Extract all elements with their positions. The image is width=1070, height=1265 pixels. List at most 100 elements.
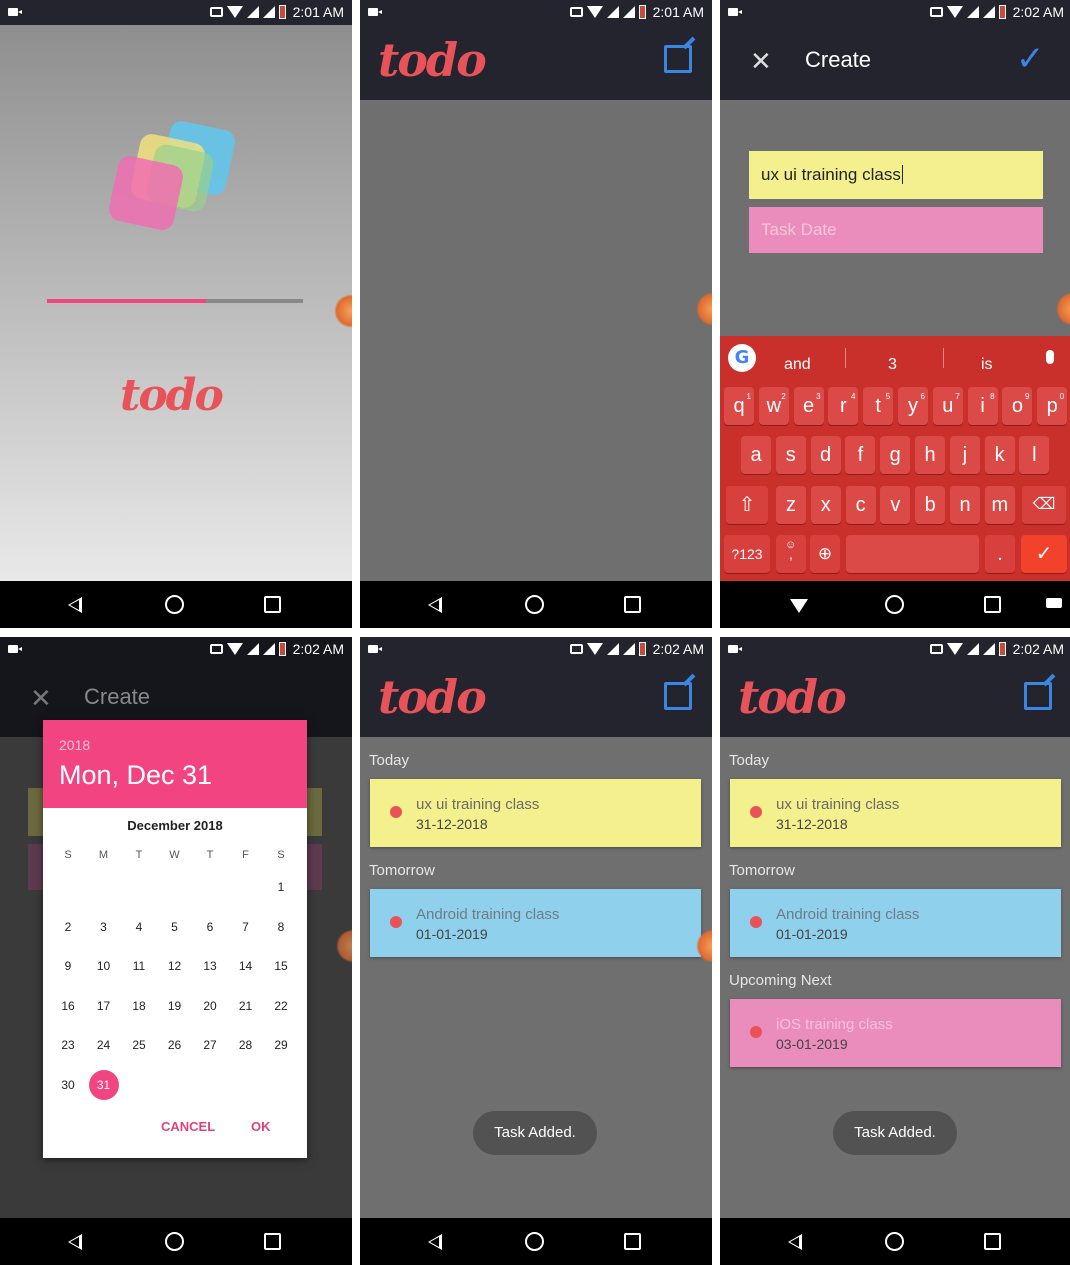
calendar-day[interactable]: 11 <box>124 959 154 973</box>
key-i[interactable]: i8 <box>967 387 998 425</box>
task-card[interactable]: ux ui training class 31-12-2018 <box>730 779 1061 847</box>
calendar-day[interactable]: 4 <box>124 920 154 934</box>
calendar-day[interactable]: 15 <box>266 959 296 973</box>
home-icon[interactable] <box>525 1232 544 1251</box>
key-z[interactable]: z <box>776 486 806 524</box>
calendar-day-selected[interactable]: 31 <box>88 1070 119 1100</box>
home-icon[interactable] <box>525 595 544 614</box>
compose-icon[interactable] <box>664 45 692 73</box>
task-card[interactable]: iOS training class 03-01-2019 <box>730 999 1061 1067</box>
home-icon[interactable] <box>165 595 184 614</box>
compose-icon[interactable] <box>1024 682 1052 710</box>
key-v[interactable]: v <box>880 486 911 524</box>
calendar-day[interactable]: 25 <box>124 1038 154 1052</box>
enter-check-key[interactable]: ✓ <box>1021 535 1067 573</box>
calendar-day[interactable]: 24 <box>89 1038 119 1052</box>
calendar-day[interactable]: 6 <box>195 920 225 934</box>
recents-icon[interactable] <box>264 1233 281 1250</box>
calendar-day[interactable]: 23 <box>53 1038 83 1052</box>
key-a[interactable]: a <box>741 436 771 474</box>
task-card[interactable]: Android training class 01-01-2019 <box>730 889 1061 957</box>
key-r[interactable]: r4 <box>828 387 859 425</box>
home-icon[interactable] <box>885 595 904 614</box>
key-s[interactable]: s <box>775 436 806 474</box>
key-c[interactable]: c <box>845 486 876 524</box>
calendar-day[interactable]: 5 <box>160 920 190 934</box>
home-icon[interactable] <box>885 1232 904 1251</box>
keyboard-switch-icon[interactable] <box>1046 598 1062 608</box>
ok-button[interactable]: OK <box>251 1119 271 1134</box>
task-date-field[interactable]: Task Date <box>749 207 1043 253</box>
microphone-icon[interactable] <box>1046 350 1054 364</box>
calendar-day[interactable]: 30 <box>53 1078 83 1092</box>
confirm-check-icon[interactable]: ✓ <box>1016 39 1045 79</box>
back-icon[interactable] <box>428 1234 442 1250</box>
calendar-day[interactable]: 18 <box>124 999 154 1013</box>
calendar-day[interactable]: 10 <box>89 959 119 973</box>
calendar-day[interactable]: 16 <box>53 999 83 1013</box>
calendar-day[interactable]: 26 <box>160 1038 190 1052</box>
language-globe-key[interactable]: ⊕ <box>810 535 840 573</box>
task-card[interactable]: ux ui training class 31-12-2018 <box>370 779 701 847</box>
period-key[interactable]: . <box>985 535 1015 573</box>
key-f[interactable]: f <box>845 436 876 474</box>
key-n[interactable]: n <box>950 486 980 524</box>
spacebar[interactable] <box>846 535 979 573</box>
recents-icon[interactable] <box>264 596 281 613</box>
key-g[interactable]: g <box>880 436 911 474</box>
key-t[interactable]: t5 <box>863 387 894 425</box>
keyboard-hide-icon[interactable] <box>790 599 810 618</box>
calendar-day[interactable]: 8 <box>266 920 296 934</box>
key-x[interactable]: x <box>810 486 841 524</box>
calendar-day[interactable]: 1 <box>266 880 296 894</box>
home-icon[interactable] <box>165 1232 184 1251</box>
back-icon[interactable] <box>428 597 442 613</box>
key-h[interactable]: h <box>915 436 945 474</box>
key-d[interactable]: d <box>810 436 841 474</box>
calendar-day[interactable]: 22 <box>266 999 296 1013</box>
suggestion-3[interactable]: is <box>981 356 993 374</box>
calendar-day[interactable]: 29 <box>266 1038 296 1052</box>
shift-key[interactable]: ⇧ <box>726 486 768 524</box>
calendar-day[interactable]: 3 <box>89 920 119 934</box>
backspace-key[interactable]: ⌫ <box>1022 486 1066 524</box>
back-icon[interactable] <box>68 597 82 613</box>
key-e[interactable]: e3 <box>793 387 824 425</box>
calendar-day[interactable]: 13 <box>195 959 225 973</box>
key-m[interactable]: m <box>984 486 1015 524</box>
calendar-day[interactable]: 20 <box>195 999 225 1013</box>
calendar-day[interactable]: 19 <box>160 999 190 1013</box>
key-l[interactable]: l <box>1019 436 1050 474</box>
recents-icon[interactable] <box>624 1233 641 1250</box>
selected-date-label[interactable]: Mon, Dec 31 <box>59 760 212 791</box>
suggestion-2[interactable]: 3 <box>888 356 897 374</box>
key-k[interactable]: k <box>984 436 1015 474</box>
back-icon[interactable] <box>68 1234 82 1250</box>
suggestion-1[interactable]: and <box>784 356 811 374</box>
calendar-day[interactable]: 17 <box>89 999 119 1013</box>
calendar-day[interactable]: 9 <box>53 959 83 973</box>
back-icon[interactable] <box>788 1234 802 1250</box>
compose-icon[interactable] <box>664 682 692 710</box>
calendar-day[interactable]: 7 <box>231 920 261 934</box>
recents-icon[interactable] <box>624 596 641 613</box>
cancel-button[interactable]: CANCEL <box>161 1119 215 1134</box>
calendar-day[interactable]: 12 <box>160 959 190 973</box>
symbols-key[interactable]: ?123 <box>724 535 770 573</box>
google-g-icon[interactable]: G <box>728 344 756 372</box>
selected-year[interactable]: 2018 <box>59 737 90 753</box>
calendar-day[interactable]: 14 <box>231 959 261 973</box>
key-w[interactable]: w2 <box>758 387 789 425</box>
recents-icon[interactable] <box>984 1233 1001 1250</box>
key-o[interactable]: o9 <box>1002 387 1033 425</box>
calendar-day[interactable]: 27 <box>195 1038 225 1052</box>
calendar-day[interactable]: 21 <box>231 999 261 1013</box>
key-b[interactable]: b <box>915 486 946 524</box>
calendar-day[interactable]: 28 <box>231 1038 261 1052</box>
key-u[interactable]: u7 <box>932 387 963 425</box>
key-p[interactable]: p0 <box>1037 387 1068 425</box>
key-q[interactable]: q1 <box>724 387 754 425</box>
close-icon[interactable]: ✕ <box>750 49 772 75</box>
comma-key[interactable]: ☺, <box>776 535 806 573</box>
task-name-input[interactable]: ux ui training class <box>749 151 1043 199</box>
